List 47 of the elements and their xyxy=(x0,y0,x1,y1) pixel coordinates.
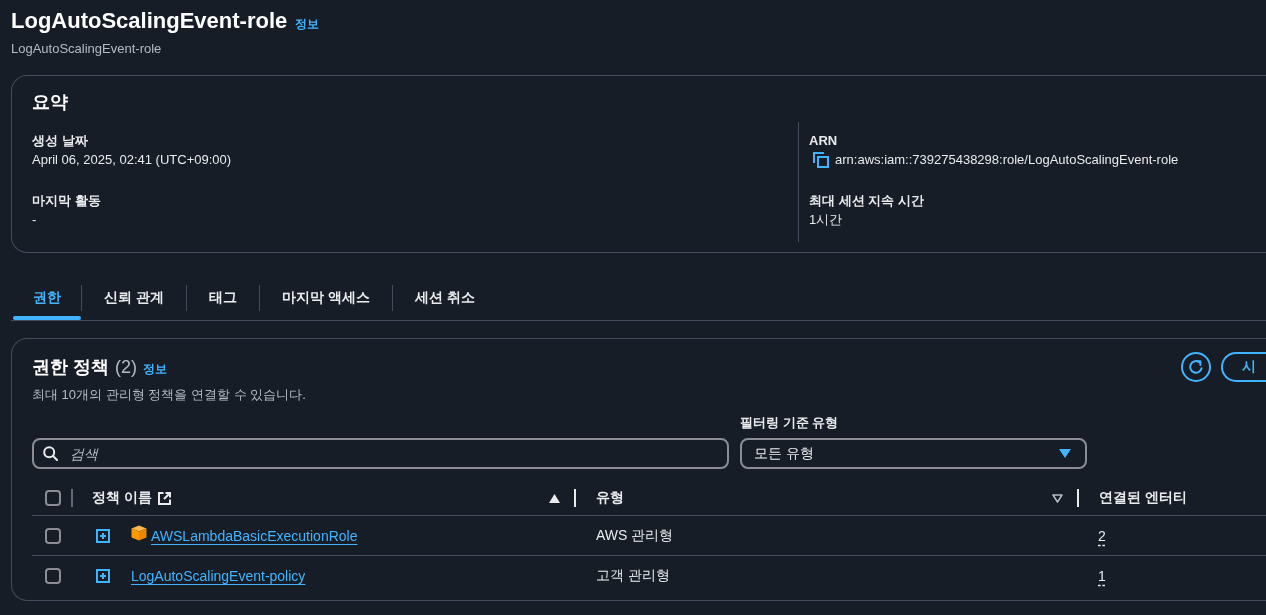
column-header: 유형 xyxy=(596,489,624,507)
policy-type-text: AWS 관리형 xyxy=(596,526,674,545)
field-label: 마지막 활동 xyxy=(32,192,101,210)
policy-type-text: 고객 관리형 xyxy=(596,567,670,585)
copy-icon[interactable] xyxy=(813,152,829,168)
plus-box-icon[interactable] xyxy=(96,569,110,583)
policy-link[interactable]: LogAutoScalingEvent-policy xyxy=(131,568,306,584)
caret-icon xyxy=(1059,449,1071,458)
field-value: arn:aws:iam::739275438298:role/LogAutoScalingEvent-role xyxy=(835,151,1179,169)
search-field[interactable]: 검색 xyxy=(32,438,729,469)
card-title: 요약 xyxy=(32,91,69,114)
field-label: 최대 세션 지속 시간 xyxy=(809,192,924,210)
page-subtitle: LogAutoScalingEvent-role xyxy=(11,40,162,58)
external-link-icon[interactable] xyxy=(157,491,171,505)
sort-up-icon[interactable] xyxy=(549,493,560,503)
refresh-button[interactable] xyxy=(1181,352,1211,382)
tab[interactable]: 권한 xyxy=(13,284,81,320)
field-label: ARN xyxy=(809,132,838,150)
checkbox[interactable] xyxy=(45,568,61,584)
policy-link[interactable]: AWSLambdaBasicExecutionRole xyxy=(151,527,358,544)
field-value: - xyxy=(32,211,37,229)
refresh-icon xyxy=(1188,359,1204,375)
entity-count-link[interactable]: 1 xyxy=(1098,568,1106,584)
field-value: April 06, 2025, 02:41 (UTC+09:00) xyxy=(32,151,232,169)
plus-box-icon[interactable] xyxy=(96,528,110,543)
filter-select[interactable]: 모든 유형 xyxy=(740,438,1087,469)
page-title: LogAutoScalingEvent-role xyxy=(11,7,288,35)
sort-down-outline-icon[interactable] xyxy=(1052,493,1063,503)
tab[interactable]: 마지막 액세스 xyxy=(259,284,392,320)
policy-count: (2) xyxy=(115,356,137,379)
tab[interactable]: 신뢰 관계 xyxy=(82,284,186,320)
column-header: 연결된 엔터티 xyxy=(1099,489,1187,507)
field-label: 생성 날짜 xyxy=(32,132,88,150)
filter-label: 필터링 기준 유형 xyxy=(740,414,840,432)
search-icon xyxy=(43,446,58,461)
tab[interactable]: 세션 취소 xyxy=(392,284,497,320)
column-header: 정책 이름 xyxy=(92,489,152,507)
checkbox[interactable] xyxy=(45,490,61,506)
info-link[interactable]: 정보 xyxy=(143,361,167,378)
section-title: 권한 정책 xyxy=(32,356,109,379)
description-text: 최대 10개의 관리형 정책을 연결할 수 있습니다. xyxy=(32,386,307,404)
info-link[interactable]: 정보 xyxy=(295,16,320,33)
simulate-button[interactable]: 시 xyxy=(1221,352,1266,382)
checkbox[interactable] xyxy=(45,527,61,544)
entity-count-link[interactable]: 2 xyxy=(1098,527,1106,544)
field-value: 1시간 xyxy=(809,211,843,229)
tab[interactable]: 태그 xyxy=(186,284,259,320)
